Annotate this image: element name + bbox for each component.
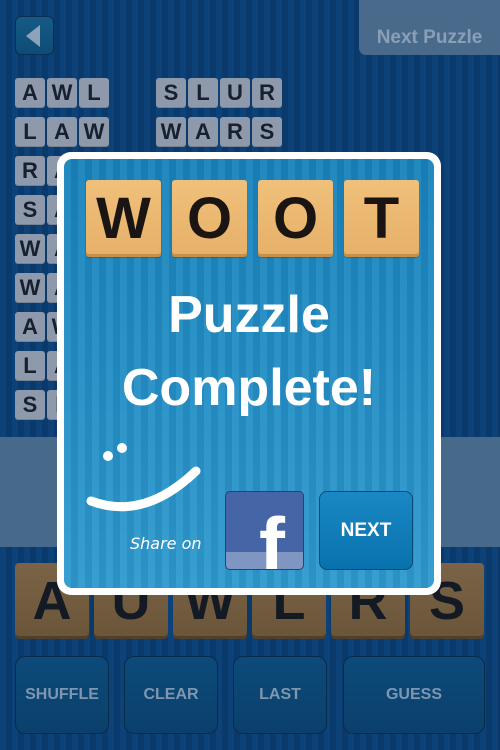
word-tile: S (252, 117, 282, 147)
word-tile: S (15, 390, 45, 420)
word-tile: L (15, 351, 45, 381)
found-word: S L U R (156, 78, 282, 108)
back-arrow-icon (26, 24, 40, 47)
clear-button[interactable]: CLEAR (124, 656, 218, 734)
woot-tile: O (172, 180, 247, 257)
guess-button[interactable]: GUESS (343, 656, 485, 734)
found-word: L A W (15, 117, 109, 147)
word-tile: A (15, 78, 45, 108)
facebook-icon: f (259, 501, 285, 570)
woot-tile: W (86, 180, 161, 257)
word-tile: W (79, 117, 109, 147)
last-button[interactable]: LAST (233, 656, 327, 734)
smiley-icon (86, 443, 201, 512)
word-tile: A (15, 312, 45, 342)
word-tile: W (15, 273, 45, 303)
word-tile: R (15, 156, 45, 186)
next-puzzle-button[interactable]: Next Puzzle (359, 0, 500, 55)
word-tile: S (156, 78, 186, 108)
facebook-share-button[interactable]: f (225, 491, 304, 570)
word-tile: A (47, 117, 77, 147)
game-screen: Next Puzzle A W L L A W R A S A W A W A (0, 0, 500, 750)
dialog-title-line2: Complete! (121, 359, 377, 417)
action-bar: SHUFFLE CLEAR LAST GUESS (15, 656, 485, 734)
word-tile: L (188, 78, 218, 108)
word-tile: R (252, 78, 282, 108)
puzzle-complete-dialog: W O O T Puzzle Complete! Share on f NEXT (57, 152, 441, 595)
next-button[interactable]: NEXT (319, 491, 413, 570)
found-word: W A R S (156, 117, 282, 147)
back-button[interactable] (15, 16, 54, 55)
word-tile: L (79, 78, 109, 108)
word-tile: R (220, 117, 250, 147)
word-tile: L (15, 117, 45, 147)
word-tile: S (15, 195, 45, 225)
dialog-body: W O O T Puzzle Complete! Share on f NEXT (64, 159, 434, 588)
woot-tiles: W O O T (86, 180, 419, 257)
word-tile: W (15, 234, 45, 264)
dialog-title-line1: Puzzle (168, 286, 330, 344)
woot-tile: T (344, 180, 419, 257)
woot-tile: O (258, 180, 333, 257)
word-tile: A (188, 117, 218, 147)
word-tile: U (220, 78, 250, 108)
word-tile: W (156, 117, 186, 147)
found-word: A W L (15, 78, 109, 108)
shuffle-button[interactable]: SHUFFLE (15, 656, 109, 734)
share-label: Share on (130, 534, 202, 553)
word-tile: W (47, 78, 77, 108)
